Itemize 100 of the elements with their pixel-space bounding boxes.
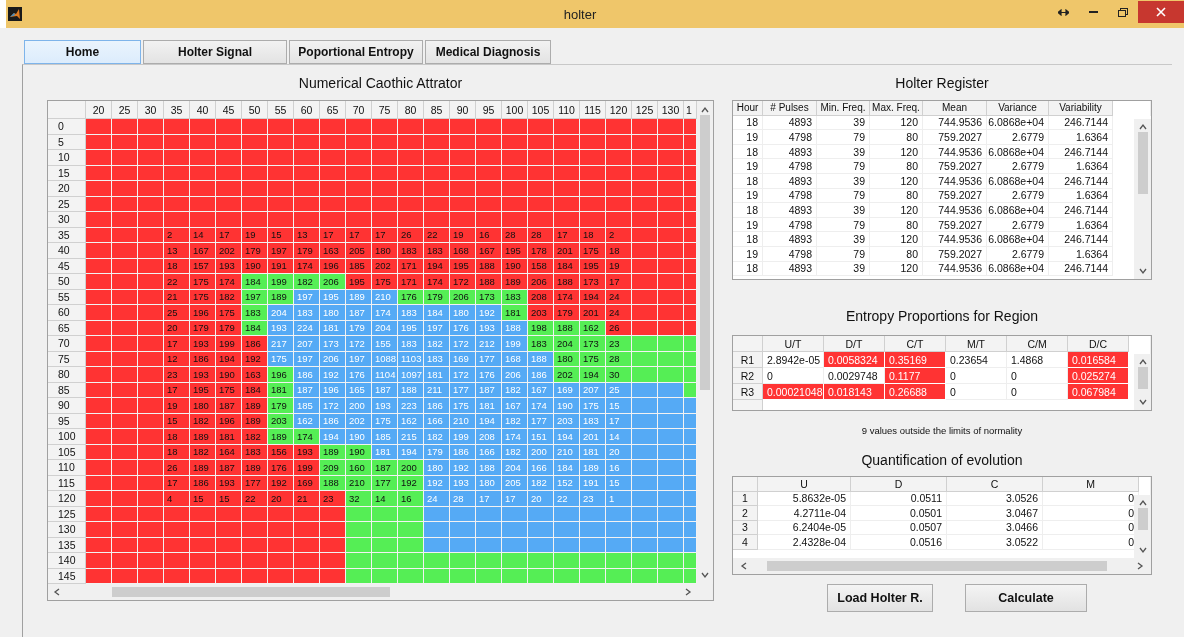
- tab[interactable]: Holter Signal: [143, 40, 287, 64]
- table-cell: [164, 150, 190, 166]
- scroll-up-icon[interactable]: [1137, 122, 1148, 132]
- table-cell: [86, 429, 112, 445]
- table-cell: [86, 119, 112, 135]
- row-header: 0: [48, 119, 86, 135]
- scrollbar-thumb[interactable]: [1137, 132, 1148, 194]
- horizontal-scrollbar[interactable]: [733, 558, 1151, 574]
- scroll-up-icon[interactable]: [1137, 357, 1148, 367]
- tab[interactable]: Poportional Entropy: [289, 40, 423, 64]
- table-cell: 23: [580, 491, 606, 507]
- table-cell: 174: [216, 274, 242, 290]
- vertical-scrollbar[interactable]: [1134, 119, 1151, 279]
- table-cell: [528, 119, 554, 135]
- table-cell: 14: [606, 429, 632, 445]
- vertical-scrollbar[interactable]: [1134, 354, 1151, 410]
- table-cell: 175: [580, 398, 606, 414]
- resize-arrows-icon[interactable]: [1057, 8, 1069, 16]
- row-header: 130: [48, 522, 86, 538]
- table-cell: [632, 305, 658, 321]
- horizontal-scrollbar[interactable]: [48, 584, 697, 600]
- vertical-scrollbar[interactable]: [1134, 495, 1151, 558]
- row-header: 90: [48, 398, 86, 414]
- scroll-right-icon[interactable]: [683, 587, 693, 597]
- column-header: 100: [502, 101, 528, 119]
- table-cell: [242, 150, 268, 166]
- table-cell: [476, 181, 502, 197]
- table-cell: 181: [424, 367, 450, 383]
- table-cell: [138, 522, 164, 538]
- scroll-down-icon[interactable]: [1137, 545, 1148, 555]
- table-cell: 202: [216, 243, 242, 259]
- table-cell: 203: [528, 305, 554, 321]
- table-cell: 223: [398, 398, 424, 414]
- scrollbar-thumb[interactable]: [700, 115, 710, 390]
- tab[interactable]: Home: [24, 40, 141, 64]
- table-cell: 6.0868e+04: [987, 203, 1049, 218]
- table-cell: 18: [606, 243, 632, 259]
- minimize-icon[interactable]: [1088, 10, 1098, 14]
- table-cell: 151: [528, 429, 554, 445]
- action-button[interactable]: Calculate: [965, 584, 1087, 612]
- column-header: 90: [450, 101, 476, 119]
- table-cell: [138, 243, 164, 259]
- column-header: Max. Freq.: [870, 101, 923, 116]
- table-cell: 206: [502, 367, 528, 383]
- table-cell: 200: [346, 398, 372, 414]
- table-cell: 172: [320, 398, 346, 414]
- table-cell: [138, 119, 164, 135]
- table-cell: [138, 553, 164, 569]
- scrollbar-thumb[interactable]: [112, 587, 390, 597]
- table-cell: [476, 150, 502, 166]
- scrollbar-thumb[interactable]: [767, 561, 1107, 571]
- scroll-left-icon[interactable]: [739, 561, 749, 571]
- column-header: Mean: [923, 101, 987, 116]
- table-cell: [580, 553, 606, 569]
- table-cell: 173: [580, 336, 606, 352]
- action-button[interactable]: Load Holter R.: [827, 584, 933, 612]
- table-cell: 26: [164, 460, 190, 476]
- scroll-down-icon[interactable]: [700, 570, 710, 580]
- table-cell: 0: [946, 368, 1007, 384]
- table-cell: 194: [554, 429, 580, 445]
- table-cell: [424, 553, 450, 569]
- table-cell: 206: [528, 274, 554, 290]
- table-cell: 32: [346, 491, 372, 507]
- table-cell: [632, 119, 658, 135]
- scrollbar-thumb[interactable]: [1137, 367, 1148, 389]
- table-cell: 1.4868: [1007, 352, 1068, 368]
- scrollbar-thumb[interactable]: [1137, 508, 1148, 530]
- scroll-right-icon[interactable]: [1135, 561, 1145, 571]
- table-cell: 15: [190, 491, 216, 507]
- table-cell: [450, 150, 476, 166]
- table-cell: [138, 460, 164, 476]
- scroll-up-icon[interactable]: [1137, 498, 1148, 508]
- row-header: 60: [48, 305, 86, 321]
- table-cell: [294, 181, 320, 197]
- table-cell: [320, 119, 346, 135]
- vertical-scrollbar[interactable]: [697, 101, 713, 584]
- table-cell: 187: [346, 305, 372, 321]
- table-cell: 0.00021048: [763, 384, 824, 400]
- table-cell: [346, 553, 372, 569]
- maximize-icon[interactable]: [1118, 7, 1128, 17]
- table-cell: [684, 305, 697, 321]
- table-cell: [112, 243, 138, 259]
- table-cell: 180: [190, 398, 216, 414]
- table-cell: 17: [476, 491, 502, 507]
- table-cell: [190, 212, 216, 228]
- table-cell: 18: [733, 203, 763, 218]
- scroll-up-icon[interactable]: [700, 105, 710, 115]
- table-cell: 167: [190, 243, 216, 259]
- table-cell: 23: [164, 367, 190, 383]
- table-cell: 174: [528, 398, 554, 414]
- scroll-down-icon[interactable]: [1137, 266, 1148, 276]
- table-cell: [580, 119, 606, 135]
- table-cell: [164, 181, 190, 197]
- scroll-left-icon[interactable]: [52, 587, 62, 597]
- table-cell: 193: [372, 398, 398, 414]
- table-cell: 172: [346, 336, 372, 352]
- scroll-down-icon[interactable]: [1137, 397, 1148, 407]
- tab[interactable]: Medical Diagnosis: [425, 40, 551, 64]
- close-icon[interactable]: [1156, 7, 1166, 17]
- table-cell: [632, 429, 658, 445]
